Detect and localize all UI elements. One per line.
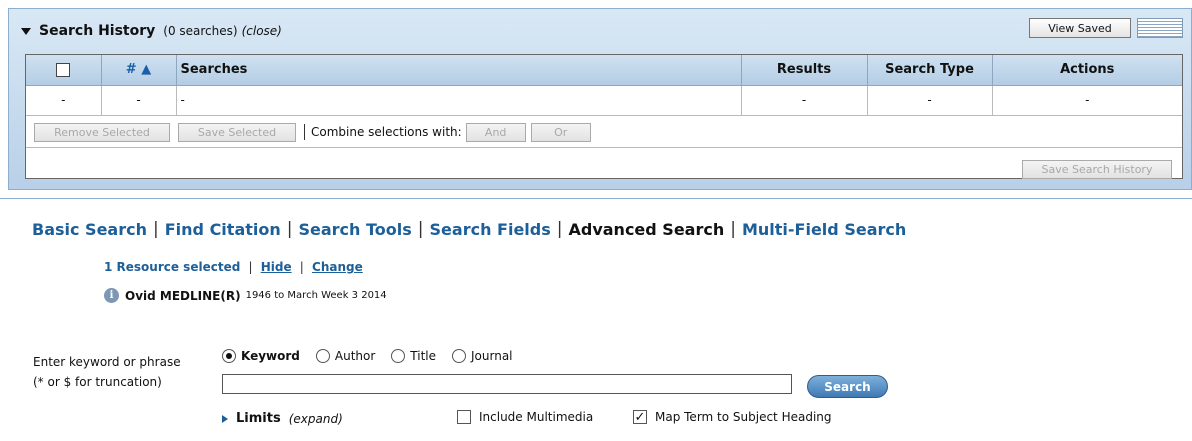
map-term-label: Map Term to Subject Heading bbox=[655, 410, 832, 424]
radio-title-label: Title bbox=[410, 349, 437, 363]
database-name: Ovid MEDLINE(R) bbox=[125, 288, 241, 303]
radio-button-icon[interactable] bbox=[315, 349, 330, 363]
resource-separator: | bbox=[299, 260, 304, 274]
search-history-header[interactable]: Search History (0 searches) (close) bbox=[21, 21, 282, 41]
radio-keyword-label: Keyword bbox=[241, 349, 300, 363]
num-sort-header[interactable]: # ▲ bbox=[101, 55, 177, 86]
include-multimedia-option[interactable]: Include Multimedia bbox=[457, 410, 593, 424]
view-saved-button[interactable]: View Saved bbox=[1029, 18, 1131, 38]
combine-and-button[interactable]: And bbox=[465, 122, 526, 142]
radio-journal-label: Journal bbox=[471, 349, 513, 363]
search-history-table: # ▲ Searches Results Search Type Actions… bbox=[26, 55, 1182, 116]
keyword-label-line1: Enter keyword or phrase bbox=[33, 355, 181, 369]
row-num-cell: - bbox=[101, 85, 177, 116]
search-type-header: Search Type bbox=[867, 55, 993, 86]
results-header: Results bbox=[741, 55, 868, 86]
remove-selected-button[interactable]: Remove Selected bbox=[34, 122, 170, 142]
combine-selections-label: Combine selections with: bbox=[304, 124, 462, 140]
row-check-cell: - bbox=[26, 85, 102, 116]
resource-selection-line: 1 Resource selected | Hide | Change bbox=[104, 260, 363, 274]
actions-header: Actions bbox=[992, 55, 1182, 86]
change-resource-link[interactable]: Change bbox=[312, 260, 363, 274]
tab-find-citation[interactable]: Find Citation bbox=[165, 220, 281, 239]
searches-header: Searches bbox=[176, 55, 742, 86]
database-info-line: i Ovid MEDLINE(R) 1946 to March Week 3 2… bbox=[104, 288, 387, 303]
menu-grid-icon[interactable] bbox=[1137, 18, 1183, 38]
radio-journal[interactable]: Journal bbox=[452, 349, 513, 363]
tab-advanced-search[interactable]: Advanced Search bbox=[568, 220, 724, 239]
triangle-right-icon[interactable] bbox=[222, 414, 228, 423]
select-all-checkbox[interactable] bbox=[56, 62, 71, 77]
row-search-type-cell: - bbox=[867, 85, 993, 116]
select-all-header bbox=[26, 55, 102, 86]
save-selected-button[interactable]: Save Selected bbox=[178, 122, 296, 142]
table-header-row: # ▲ Searches Results Search Type Actions bbox=[26, 55, 1182, 86]
search-history-table-box: # ▲ Searches Results Search Type Actions… bbox=[25, 54, 1183, 179]
combine-or-button[interactable]: Or bbox=[530, 122, 591, 142]
include-multimedia-checkbox[interactable] bbox=[457, 410, 471, 424]
search-history-close-link[interactable]: (close) bbox=[242, 24, 282, 38]
include-multimedia-label: Include Multimedia bbox=[479, 410, 594, 424]
search-mode-tabs: Basic Search | Find Citation | Search To… bbox=[32, 219, 906, 239]
radio-keyword[interactable]: Keyword bbox=[222, 349, 300, 363]
search-type-radio-group: Keyword Author Title Journal bbox=[222, 349, 529, 363]
radio-author-label: Author bbox=[334, 349, 376, 363]
tab-separator: | bbox=[417, 219, 424, 239]
radio-button-icon[interactable] bbox=[222, 349, 236, 363]
row-actions-cell: - bbox=[992, 85, 1182, 116]
tab-separator: | bbox=[153, 219, 159, 239]
keyword-instruction-label: Enter keyword or phrase (* or $ for trun… bbox=[33, 352, 181, 392]
tab-basic-search[interactable]: Basic Search bbox=[32, 220, 147, 239]
collapse-triangle-icon[interactable] bbox=[21, 27, 31, 35]
radio-button-icon[interactable] bbox=[391, 349, 406, 363]
resource-separator: | bbox=[248, 260, 253, 274]
map-term-option[interactable]: ✓ Map Term to Subject Heading bbox=[633, 410, 832, 424]
tab-search-tools[interactable]: Search Tools bbox=[298, 220, 411, 239]
keyword-label-line2: (* or $ for truncation) bbox=[33, 375, 162, 389]
row-results-cell: - bbox=[741, 85, 868, 116]
radio-title[interactable]: Title bbox=[391, 349, 436, 363]
tab-multi-field-search[interactable]: Multi-Field Search bbox=[742, 220, 906, 239]
map-term-checkbox[interactable]: ✓ bbox=[633, 410, 647, 424]
radio-author[interactable]: Author bbox=[315, 349, 376, 363]
search-history-panel: Search History (0 searches) (close) View… bbox=[8, 8, 1192, 190]
search-form-area: Basic Search | Find Citation | Search To… bbox=[0, 198, 1192, 441]
limits-toggle[interactable]: Limits (expand) bbox=[222, 411, 343, 426]
resources-selected-text: 1 Resource selected bbox=[104, 260, 241, 274]
tab-separator: | bbox=[286, 219, 293, 239]
database-date-range: 1946 to March Week 3 2014 bbox=[245, 290, 387, 301]
radio-button-icon[interactable] bbox=[452, 349, 467, 363]
search-history-count: (0 searches) bbox=[163, 24, 238, 38]
hide-resource-link[interactable]: Hide bbox=[261, 260, 292, 274]
num-sort-label[interactable]: # ▲ bbox=[126, 62, 151, 77]
limits-expand-link[interactable]: (expand) bbox=[289, 412, 343, 426]
selection-actions-row: Remove Selected Save Selected Combine se… bbox=[26, 117, 1182, 148]
search-history-title: Search History bbox=[39, 23, 156, 39]
tab-search-fields[interactable]: Search Fields bbox=[430, 220, 551, 239]
limits-label[interactable]: Limits bbox=[236, 411, 281, 426]
search-button[interactable]: Search bbox=[807, 375, 888, 398]
row-searches-cell: - bbox=[176, 85, 742, 116]
search-input[interactable] bbox=[222, 374, 792, 394]
tab-separator: | bbox=[730, 219, 736, 239]
save-search-history-button[interactable]: Save Search History bbox=[1022, 160, 1172, 179]
info-icon[interactable]: i bbox=[104, 288, 119, 303]
table-row: - - - - - - bbox=[26, 85, 1182, 116]
tab-separator: | bbox=[556, 219, 563, 239]
